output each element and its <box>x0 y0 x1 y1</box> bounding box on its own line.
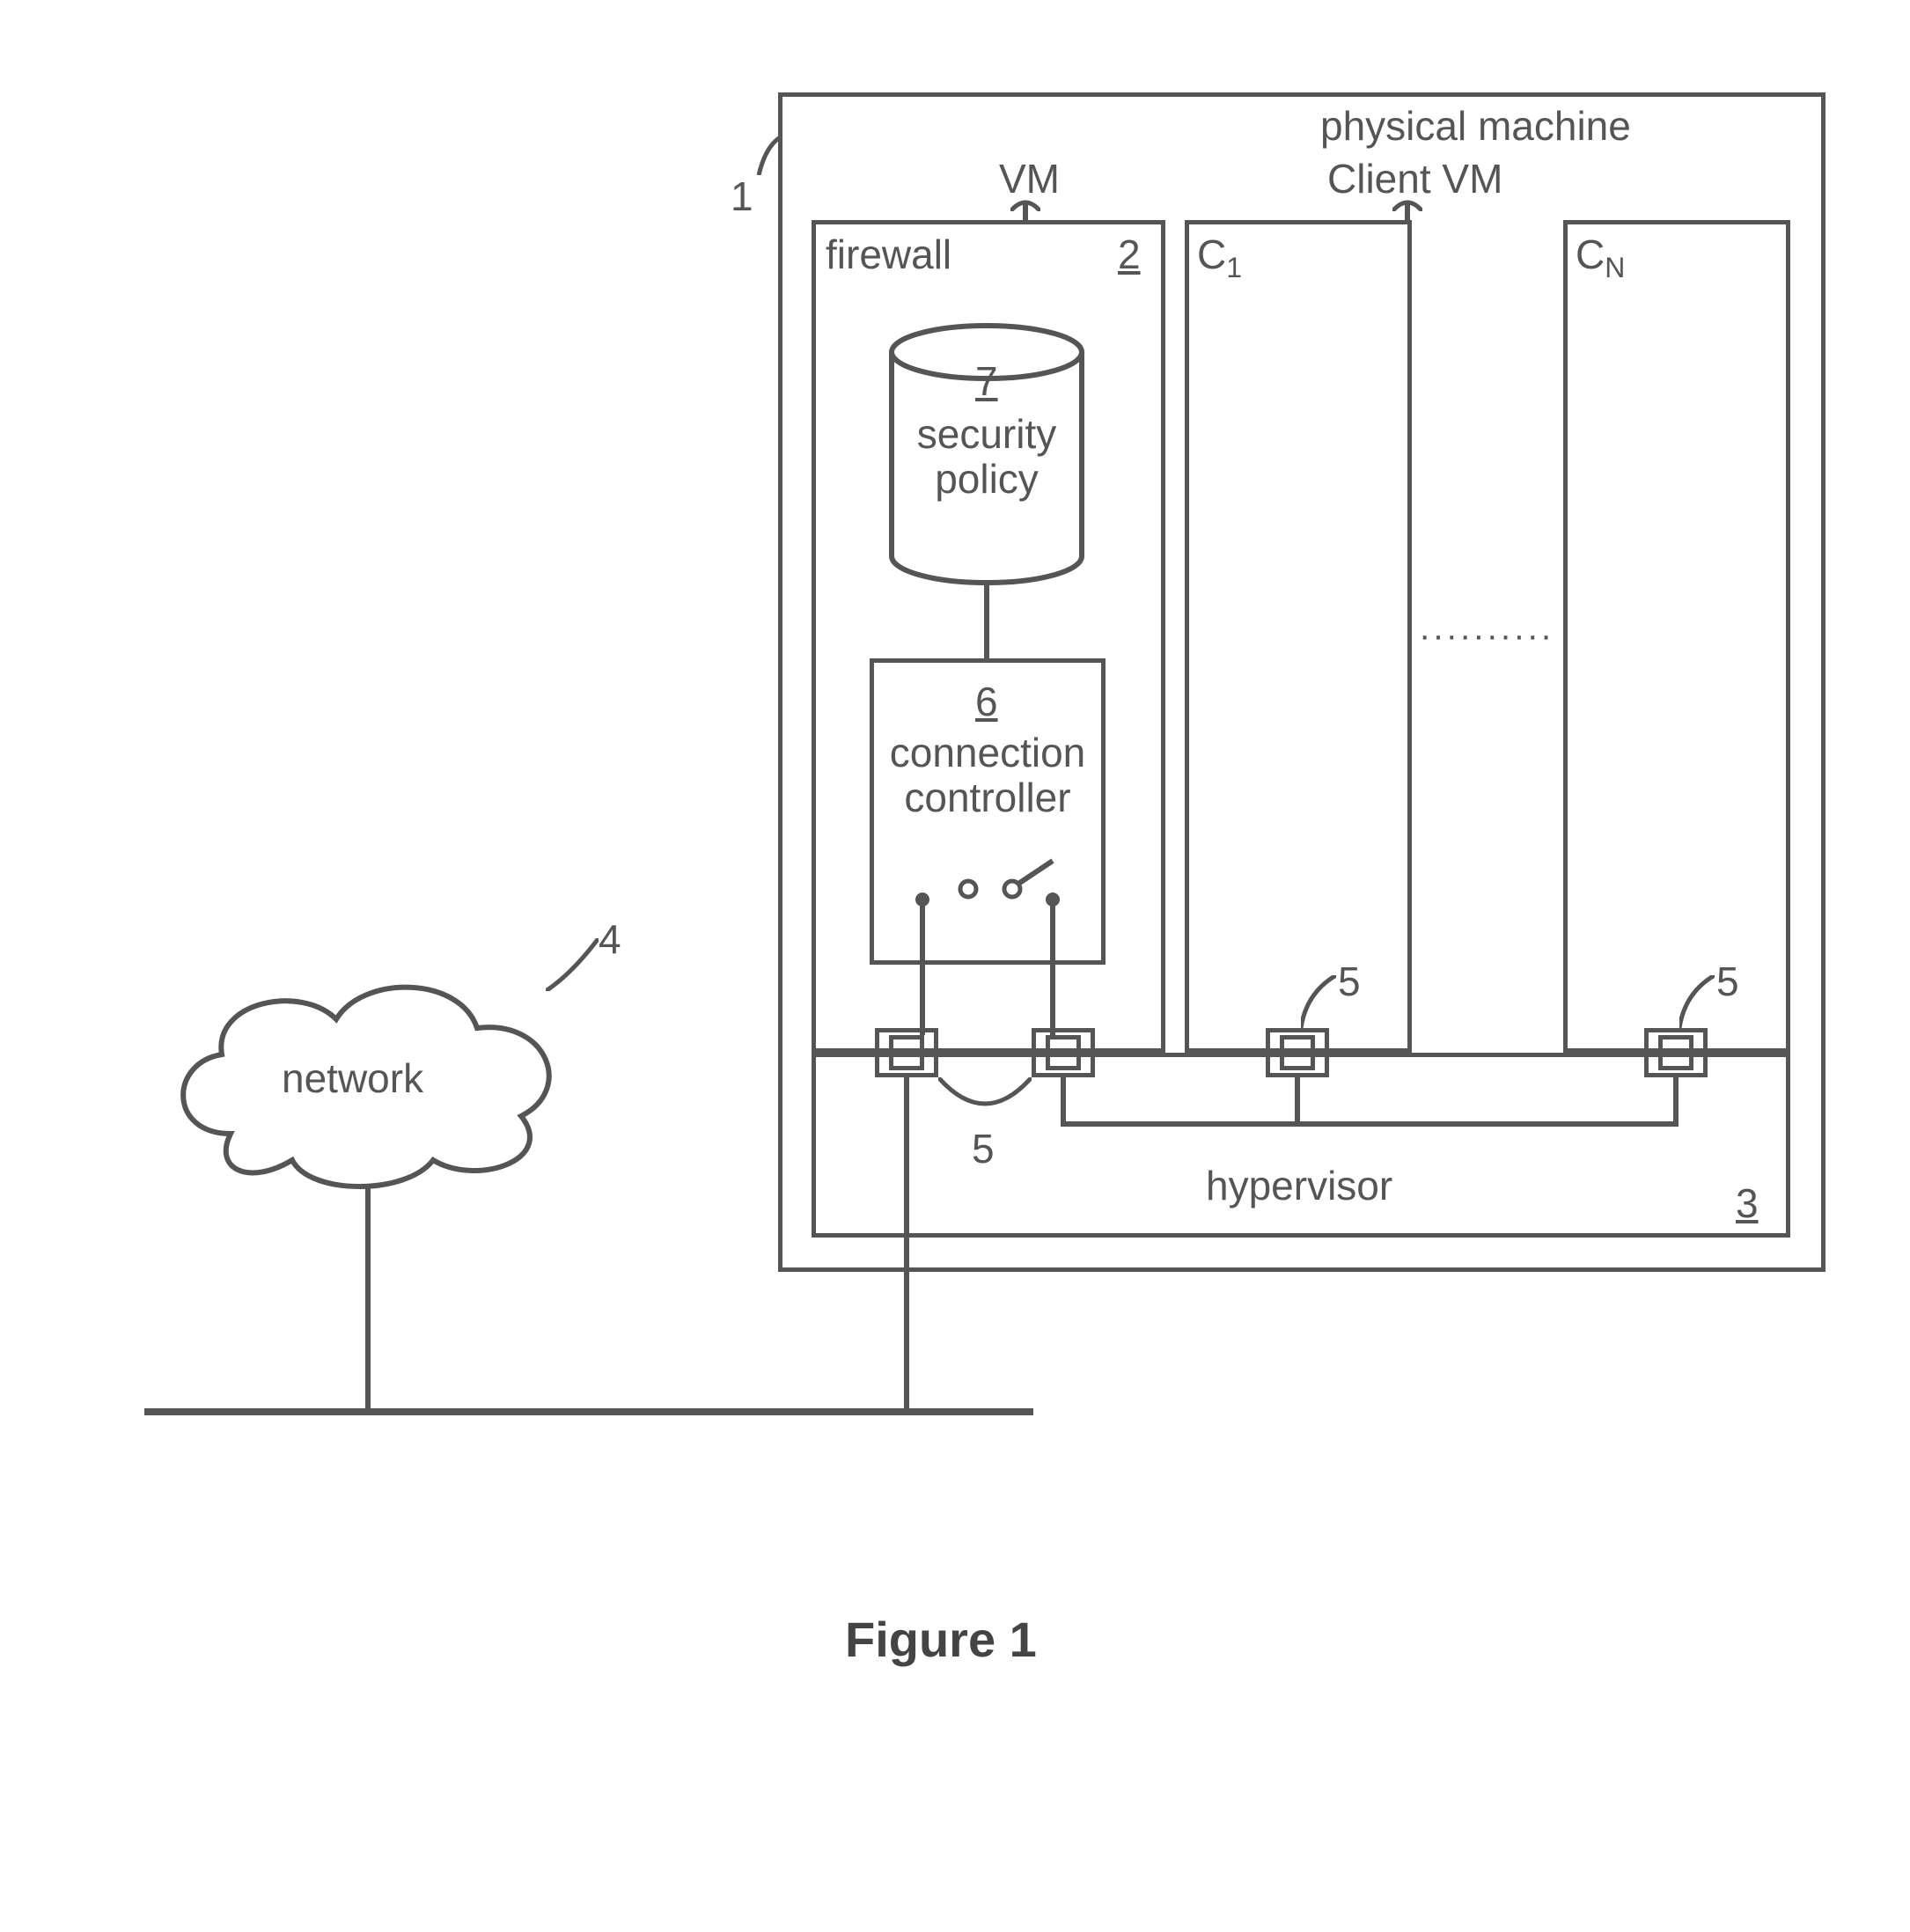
nic-firewall-int <box>1032 1028 1095 1077</box>
leader-5b <box>1301 975 1336 1028</box>
security-policy-l2: policy <box>935 456 1039 502</box>
cc-l2: controller <box>904 775 1070 820</box>
c1-pre: C <box>1197 231 1226 277</box>
cn-pre: C <box>1576 231 1605 277</box>
diagram-stage: physical machine 1 VM Client VM hypervis… <box>0 0 1910 1932</box>
sw-right-down <box>1050 903 1055 1035</box>
cc-l1: connection <box>890 730 1086 775</box>
nic-c1 <box>1266 1028 1329 1077</box>
client-vm-c1-box <box>1185 220 1412 1053</box>
vm-label: VM <box>999 155 1060 202</box>
connection-controller-label: connection controller <box>870 731 1106 819</box>
network-stem <box>365 1185 371 1412</box>
ellipsis-dots: ·········· <box>1419 616 1554 656</box>
switch-icon <box>907 854 1069 915</box>
leader-4 <box>546 938 599 991</box>
ref-1: 1 <box>731 173 753 220</box>
bus-fint-down <box>1061 1077 1066 1127</box>
bus-c1-up <box>1295 1077 1300 1127</box>
leader-5a <box>938 1077 1032 1118</box>
nic-firewall-ext <box>875 1028 938 1077</box>
bus-cn-up <box>1673 1077 1679 1127</box>
c1-label: C1 <box>1197 231 1242 284</box>
ref-3: 3 <box>1736 1179 1759 1227</box>
vm-hook <box>1010 199 1040 211</box>
ground-bus <box>144 1408 1033 1415</box>
security-policy-l1: security <box>917 411 1056 457</box>
ref-5b: 5 <box>1338 958 1361 1005</box>
leader-5c <box>1679 975 1715 1028</box>
network-label: network <box>282 1054 423 1102</box>
cn-label: CN <box>1576 231 1625 284</box>
figure-caption: Figure 1 <box>845 1611 1037 1668</box>
c1-sub: 1 <box>1226 252 1242 283</box>
ref-6: 6 <box>975 678 998 725</box>
sw-left-down <box>920 903 925 1035</box>
ref-7: 7 <box>975 357 998 405</box>
ref-5c: 5 <box>1716 958 1739 1005</box>
ref-2: 2 <box>1118 231 1141 278</box>
ref-4: 4 <box>599 915 621 963</box>
clientvm-hook <box>1392 199 1422 211</box>
bus-horizontal <box>1061 1121 1679 1127</box>
leader-1 <box>750 136 782 175</box>
client-vm-cn-box <box>1563 220 1790 1053</box>
ext-wire-vert <box>904 1077 909 1412</box>
cn-sub: N <box>1605 252 1625 283</box>
firewall-label: firewall <box>826 231 951 278</box>
client-vm-label: Client VM <box>1327 155 1502 202</box>
physical-machine-label: physical machine <box>1320 102 1631 150</box>
hypervisor-label: hypervisor <box>1206 1162 1392 1209</box>
security-policy-label: security policy <box>885 412 1088 501</box>
nic-cn <box>1644 1028 1708 1077</box>
policy-to-controller-wire <box>984 583 989 658</box>
ref-5a: 5 <box>972 1125 995 1172</box>
